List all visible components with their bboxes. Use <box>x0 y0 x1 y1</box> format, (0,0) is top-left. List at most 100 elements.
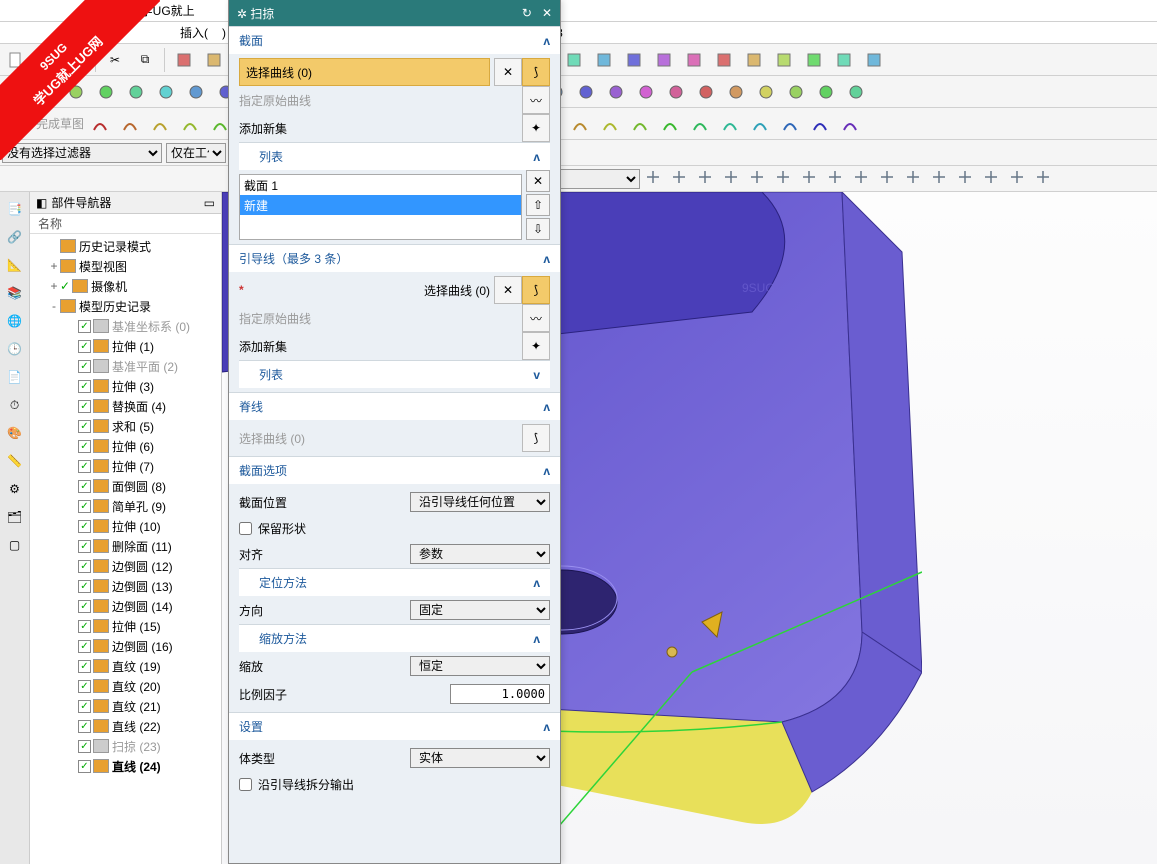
orig-curve-icon[interactable]: 〰 <box>522 86 550 114</box>
sel-tool-3[interactable] <box>722 168 744 190</box>
tb3-misc-21[interactable] <box>716 110 744 138</box>
list-item[interactable]: 截面 1 <box>240 175 521 195</box>
tb3-misc-25[interactable] <box>836 110 864 138</box>
rail-clock-icon[interactable]: ⏱ <box>4 394 26 416</box>
tb-misc-16[interactable] <box>650 46 678 74</box>
tb-misc-20[interactable] <box>770 46 798 74</box>
rail-empty-icon[interactable]: ▢ <box>4 534 26 556</box>
sel-tool-15[interactable] <box>1034 168 1056 190</box>
menu-insert[interactable]: 插入( <box>180 22 208 43</box>
guide-addset-icon[interactable]: ✦ <box>522 332 550 360</box>
tb-misc-0[interactable] <box>170 46 198 74</box>
tb3-misc-3[interactable] <box>176 110 204 138</box>
tb-misc-22[interactable] <box>830 46 858 74</box>
sel-tool-7[interactable] <box>826 168 848 190</box>
guide-curve-icon[interactable]: ⟆ <box>522 276 550 304</box>
tree-row[interactable]: ✓基准平面 (2) <box>30 356 221 376</box>
tree-row[interactable]: 历史记录模式 <box>30 236 221 256</box>
settings-head[interactable]: 设置ʌ <box>229 712 560 740</box>
menu-close[interactable]: ) <box>222 22 226 43</box>
tb2-misc-18[interactable] <box>572 78 600 106</box>
sel-tool-1[interactable] <box>670 168 692 190</box>
add-set-icon[interactable]: ✦ <box>522 114 550 142</box>
select-curve-section[interactable]: 选择曲线 (0) <box>239 58 490 86</box>
tb2-misc-2[interactable] <box>92 78 120 106</box>
section-list[interactable]: 截面 1 新建 <box>239 174 522 240</box>
tb3-misc-20[interactable] <box>686 110 714 138</box>
tb3-misc-16[interactable] <box>566 110 594 138</box>
tb2-misc-4[interactable] <box>152 78 180 106</box>
tb2-misc-3[interactable] <box>122 78 150 106</box>
rail-measure-icon[interactable]: 📏 <box>4 450 26 472</box>
tb-misc-23[interactable] <box>860 46 888 74</box>
tb3-misc-2[interactable] <box>146 110 174 138</box>
tree-row[interactable]: ✓拉伸 (7) <box>30 456 221 476</box>
sel-tool-9[interactable] <box>878 168 900 190</box>
tb-text[interactable]: A <box>2 78 30 106</box>
split-output-checkbox[interactable] <box>239 778 252 791</box>
sel-tool-5[interactable] <box>774 168 796 190</box>
tree-row[interactable]: +✓摄像机 <box>30 276 221 296</box>
sel-tool-10[interactable] <box>904 168 926 190</box>
tb-save[interactable] <box>62 46 90 74</box>
tb2-misc-19[interactable] <box>602 78 630 106</box>
tb-misc-21[interactable] <box>800 46 828 74</box>
curve-tool-select[interactable] <box>560 169 640 189</box>
rail-palette-icon[interactable]: 🎨 <box>4 422 26 444</box>
tb-misc-15[interactable] <box>620 46 648 74</box>
rail-web-icon[interactable]: 🌐 <box>4 310 26 332</box>
sel-tool-4[interactable] <box>748 168 770 190</box>
sel-tool-8[interactable] <box>852 168 874 190</box>
dialog-close-icon[interactable]: ✕ <box>542 6 552 20</box>
tree-row[interactable]: ✓求和 (5) <box>30 416 221 436</box>
sel-tool-12[interactable] <box>956 168 978 190</box>
tb2-misc-26[interactable] <box>812 78 840 106</box>
tree-row[interactable]: ✓简单孔 (9) <box>30 496 221 516</box>
tree-row[interactable]: ✓面倒圆 (8) <box>30 476 221 496</box>
tb-misc-19[interactable] <box>740 46 768 74</box>
sel-tool-13[interactable] <box>982 168 1004 190</box>
rail-layers-icon[interactable]: 🗂 <box>4 506 26 528</box>
rail-roles-icon[interactable]: 📚 <box>4 282 26 304</box>
select-tool-icon[interactable]: ✕ <box>494 58 522 86</box>
keep-shape-checkbox[interactable] <box>239 522 252 535</box>
spine-head[interactable]: 脊线ʌ <box>229 392 560 420</box>
tb2-misc-23[interactable] <box>722 78 750 106</box>
tree-row[interactable]: -模型历史记录 <box>30 296 221 316</box>
sel-tool-0[interactable] <box>644 168 666 190</box>
tb2-misc-1[interactable] <box>62 78 90 106</box>
tree-row[interactable]: ✓拉伸 (10) <box>30 516 221 536</box>
tree-row[interactable]: ✓直纹 (20) <box>30 676 221 696</box>
tree-row[interactable]: ✓直纹 (21) <box>30 696 221 716</box>
rail-assembly-icon[interactable]: 🔗 <box>4 226 26 248</box>
navigator-close-icon[interactable]: ▭ <box>204 196 215 210</box>
guides-head[interactable]: 引导线（最多 3 条）ʌ <box>229 244 560 272</box>
tb-misc-14[interactable] <box>590 46 618 74</box>
scale-select[interactable]: 恒定 <box>410 656 550 676</box>
tree-row[interactable]: ✓拉伸 (6) <box>30 436 221 456</box>
tree-row[interactable]: ✓直纹 (19) <box>30 656 221 676</box>
tb3-misc-24[interactable] <box>806 110 834 138</box>
list-down-icon[interactable]: ⇩ <box>526 218 550 240</box>
section-section-head[interactable]: 截面ʌ <box>229 26 560 54</box>
scale-head[interactable]: 缩放方法ʌ <box>239 624 550 652</box>
tb2-misc-5[interactable] <box>182 78 210 106</box>
tb2-misc-24[interactable] <box>752 78 780 106</box>
tb2-misc-0[interactable] <box>32 78 60 106</box>
tree-row[interactable]: ✓拉伸 (15) <box>30 616 221 636</box>
tb2-misc-21[interactable] <box>662 78 690 106</box>
tb-misc-17[interactable] <box>680 46 708 74</box>
align-select[interactable]: 参数 <box>410 544 550 564</box>
tb3-misc-0[interactable] <box>86 110 114 138</box>
selection-scope[interactable]: 仅在工作部件内 <box>166 143 226 163</box>
list-head[interactable]: 列表ʌ <box>239 142 550 170</box>
tb2-misc-25[interactable] <box>782 78 810 106</box>
direction-select[interactable]: 固定 <box>410 600 550 620</box>
rail-sheet-icon[interactable]: 📄 <box>4 366 26 388</box>
sel-tool-11[interactable] <box>930 168 952 190</box>
tree-row[interactable]: ✓直线 (24) <box>30 756 221 776</box>
select-guide-curve[interactable]: *选择曲线 (0) <box>239 276 490 304</box>
tb-new[interactable] <box>2 46 30 74</box>
tree-row[interactable]: ✓拉伸 (3) <box>30 376 221 396</box>
tree-row[interactable]: ✓直线 (22) <box>30 716 221 736</box>
